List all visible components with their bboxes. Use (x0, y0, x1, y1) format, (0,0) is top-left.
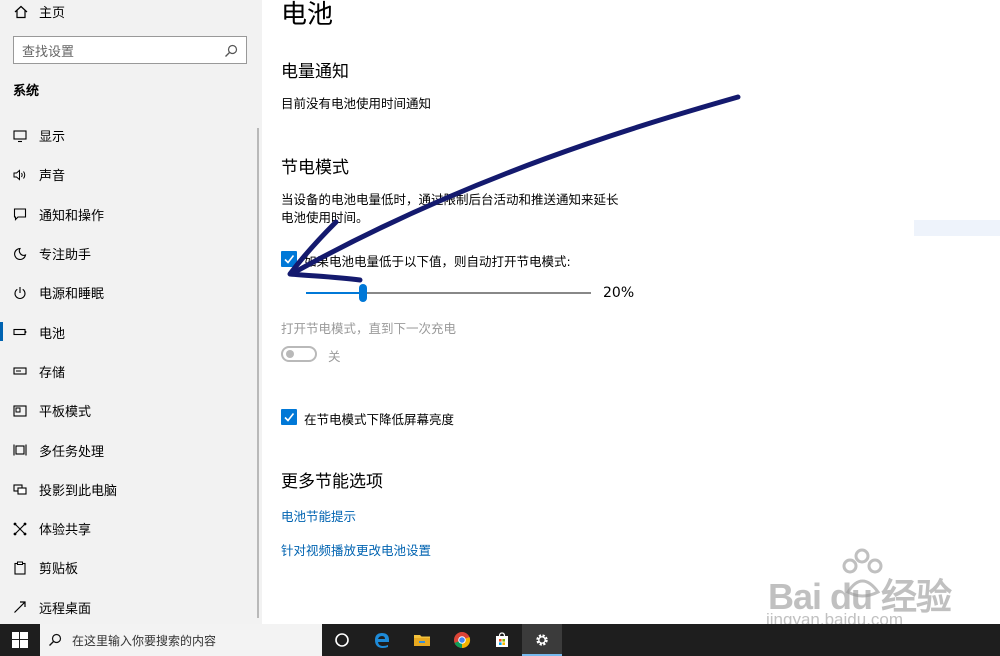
sidebar-item-label: 声音 (39, 169, 66, 185)
store-button[interactable] (482, 624, 522, 656)
file-explorer-icon (414, 635, 430, 646)
battery-saver-description-line1: 当设备的电池电量低时，通过限制后台活动和推送通知来延长 (281, 192, 619, 207)
checkmark-icon (284, 413, 295, 422)
battery-saver-description-line2: 电池使用时间。 (281, 210, 369, 225)
sidebar-item-label: 电源和睡眠 (39, 287, 105, 303)
settings-icon (536, 634, 548, 646)
sidebar-item-multitasking[interactable]: 多任务处理 (0, 430, 262, 469)
taskbar: 在这里输入你要搜索的内容 (0, 624, 1000, 656)
sidebar-item-label: 电池 (39, 326, 66, 342)
multitask-icon (12, 442, 28, 458)
sidebar-item-label: 体验共享 (39, 523, 92, 539)
sidebar-item-display[interactable]: 显示 (0, 116, 262, 155)
battery-settings-page: 电池 电量通知 目前没有电池使用时间通知 节电模式 当设备的电池电量低时，通过限… (262, 0, 1000, 624)
sidebar-item-project[interactable]: 投影到此电脑 (0, 470, 262, 509)
home-icon (13, 4, 29, 20)
sidebar-item-label: 通知和操作 (39, 208, 105, 224)
chrome-button[interactable] (442, 624, 482, 656)
taskbar-search-box[interactable]: 在这里输入你要搜索的内容 (40, 624, 322, 656)
sidebar-item-label: 专注助手 (39, 248, 92, 264)
sidebar-item-label: 存储 (39, 365, 66, 381)
search-placeholder: 查找设置 (22, 44, 75, 60)
sidebar-item-notifications[interactable]: 通知和操作 (0, 195, 262, 234)
sidebar-item-label: 平板模式 (39, 405, 92, 421)
battery-saver-toggle[interactable] (281, 346, 317, 362)
store-icon (496, 632, 508, 647)
search-icon[interactable] (224, 43, 238, 57)
file-explorer-button[interactable] (402, 624, 442, 656)
tablet-icon (12, 403, 28, 419)
storage-icon (12, 363, 28, 379)
search-icon (49, 633, 62, 646)
more-power-options-heading: 更多节能选项 (281, 472, 383, 492)
home-nav-item[interactable]: 主页 (13, 2, 65, 21)
battery-icon (12, 324, 28, 340)
sidebar-item-power-sleep[interactable]: 电源和睡眠 (0, 273, 262, 312)
clipboard-icon (12, 560, 28, 576)
battery-threshold-slider[interactable] (306, 284, 591, 302)
sidebar-item-label: 显示 (39, 130, 66, 146)
sidebar-nav: 显示 声音 通知和操作 专注助手 电源和睡眠 电池 存储 平板模式 多任务处理 … (0, 116, 262, 627)
edge-icon (375, 633, 389, 648)
slider-thumb[interactable] (359, 284, 367, 302)
lower-brightness-label[interactable]: 在节电模式下降低屏幕亮度 (304, 409, 454, 428)
battery-notifications-text: 目前没有电池使用时间通知 (281, 96, 432, 111)
slider-fill (306, 292, 363, 294)
sidebar-item-sound[interactable]: 声音 (0, 155, 262, 194)
sidebar-item-storage[interactable]: 存储 (0, 352, 262, 391)
auto-battery-saver-checkbox[interactable] (281, 251, 297, 267)
cortana-icon (335, 633, 349, 647)
battery-saver-toggle-title: 打开节电模式，直到下一次充电 (281, 321, 457, 336)
sidebar-item-label: 投影到此电脑 (39, 483, 118, 499)
moon-icon (12, 246, 28, 262)
floating-badge (914, 220, 1000, 236)
cortana-button[interactable] (322, 624, 362, 656)
slider-value: 20% (603, 285, 635, 301)
sidebar-item-focus-assist[interactable]: 专注助手 (0, 234, 262, 273)
sidebar-item-battery[interactable]: 电池 (0, 312, 262, 351)
sidebar-item-label: 远程桌面 (39, 601, 92, 617)
settings-search-input[interactable]: 查找设置 (13, 36, 247, 64)
baidu-watermark: Bai du 经验 jingyan.baidu.com (760, 540, 1000, 630)
battery-saver-toggle-state: 关 (328, 349, 341, 364)
checkmark-icon (284, 255, 295, 264)
start-button[interactable] (0, 624, 40, 656)
home-label: 主页 (39, 6, 66, 21)
sidebar-item-shared-experience[interactable]: 体验共享 (0, 509, 262, 548)
sidebar-item-tablet-mode[interactable]: 平板模式 (0, 391, 262, 430)
toggle-knob (286, 350, 294, 358)
chrome-icon (454, 632, 471, 649)
project-icon (12, 481, 28, 497)
sidebar-item-clipboard[interactable]: 剪贴板 (0, 548, 262, 587)
power-icon (12, 285, 28, 301)
lower-brightness-checkbox[interactable] (281, 409, 297, 425)
section-title: 系统 (13, 84, 40, 99)
battery-saver-heading: 节电模式 (281, 158, 349, 178)
windows-logo-icon (12, 632, 28, 648)
battery-saving-tips-link[interactable]: 电池节能提示 (281, 506, 356, 525)
video-playback-battery-link[interactable]: 针对视频播放更改电池设置 (281, 540, 431, 559)
sidebar-item-label: 多任务处理 (39, 444, 105, 460)
edge-button[interactable] (362, 624, 402, 656)
sidebar-scrollbar[interactable] (257, 128, 259, 618)
remote-desktop-icon (12, 599, 28, 615)
notification-icon (12, 206, 28, 222)
sidebar-item-remote-desktop[interactable]: 远程桌面 (0, 588, 262, 627)
taskbar-search-placeholder: 在这里输入你要搜索的内容 (72, 633, 217, 648)
battery-notifications-heading: 电量通知 (281, 62, 349, 82)
settings-sidebar: 主页 查找设置 系统 显示 声音 通知和操作 专注助手 电源和睡眠 电池 存储 … (0, 0, 262, 624)
page-title: 电池 (281, 0, 334, 30)
monitor-icon (12, 128, 28, 144)
settings-button[interactable] (522, 624, 562, 656)
sidebar-item-label: 剪贴板 (39, 562, 79, 578)
share-icon (12, 521, 28, 537)
speaker-icon (12, 167, 28, 183)
auto-battery-saver-label[interactable]: 如果电池电量低于以下值，则自动打开节电模式: (304, 251, 571, 270)
